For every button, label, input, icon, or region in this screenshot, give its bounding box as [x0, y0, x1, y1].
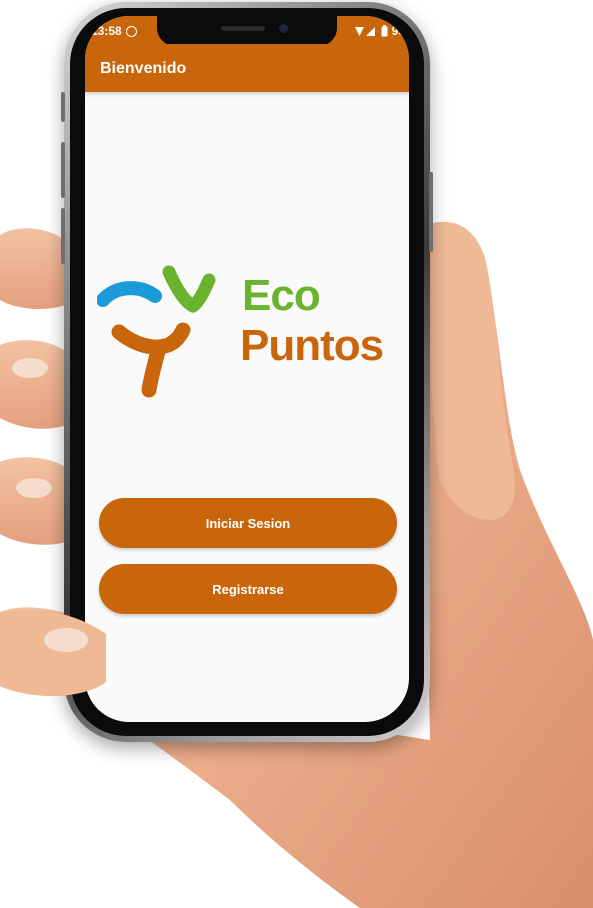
phone-mockup-scene: 13:58 95 Bienvenido Eco Puntos Iniciar S… — [0, 0, 593, 908]
mute-switch — [61, 92, 65, 122]
status-left: 13:58 — [91, 24, 137, 38]
app-bar-title: Bienvenido — [100, 60, 187, 77]
ecopuntos-logo: Eco Puntos — [97, 250, 407, 400]
finger-overlay — [0, 609, 106, 697]
whatsapp-icon — [125, 25, 137, 37]
app-screen: 13:58 95 Bienvenido Eco Puntos Iniciar S… — [85, 16, 409, 722]
volume-down-button — [61, 208, 65, 264]
volume-up-button — [61, 142, 65, 198]
status-time: 13:58 — [91, 24, 122, 38]
logo-word-puntos: Puntos — [240, 321, 384, 370]
earpiece-speaker — [221, 26, 265, 31]
front-camera-icon — [279, 24, 288, 33]
power-button — [429, 172, 433, 252]
logo-word-eco: Eco — [242, 271, 321, 320]
ecopuntos-logo-mark — [97, 265, 216, 398]
battery-level: 95 — [391, 24, 405, 38]
phone-notch — [157, 16, 337, 46]
status-right: 95 — [354, 24, 405, 38]
app-bar: Bienvenido — [85, 44, 409, 92]
signal-icon — [354, 26, 375, 36]
login-button[interactable]: Iniciar Sesion — [99, 498, 397, 548]
register-button[interactable]: Registrarse — [99, 564, 397, 614]
battery-icon — [381, 25, 388, 37]
